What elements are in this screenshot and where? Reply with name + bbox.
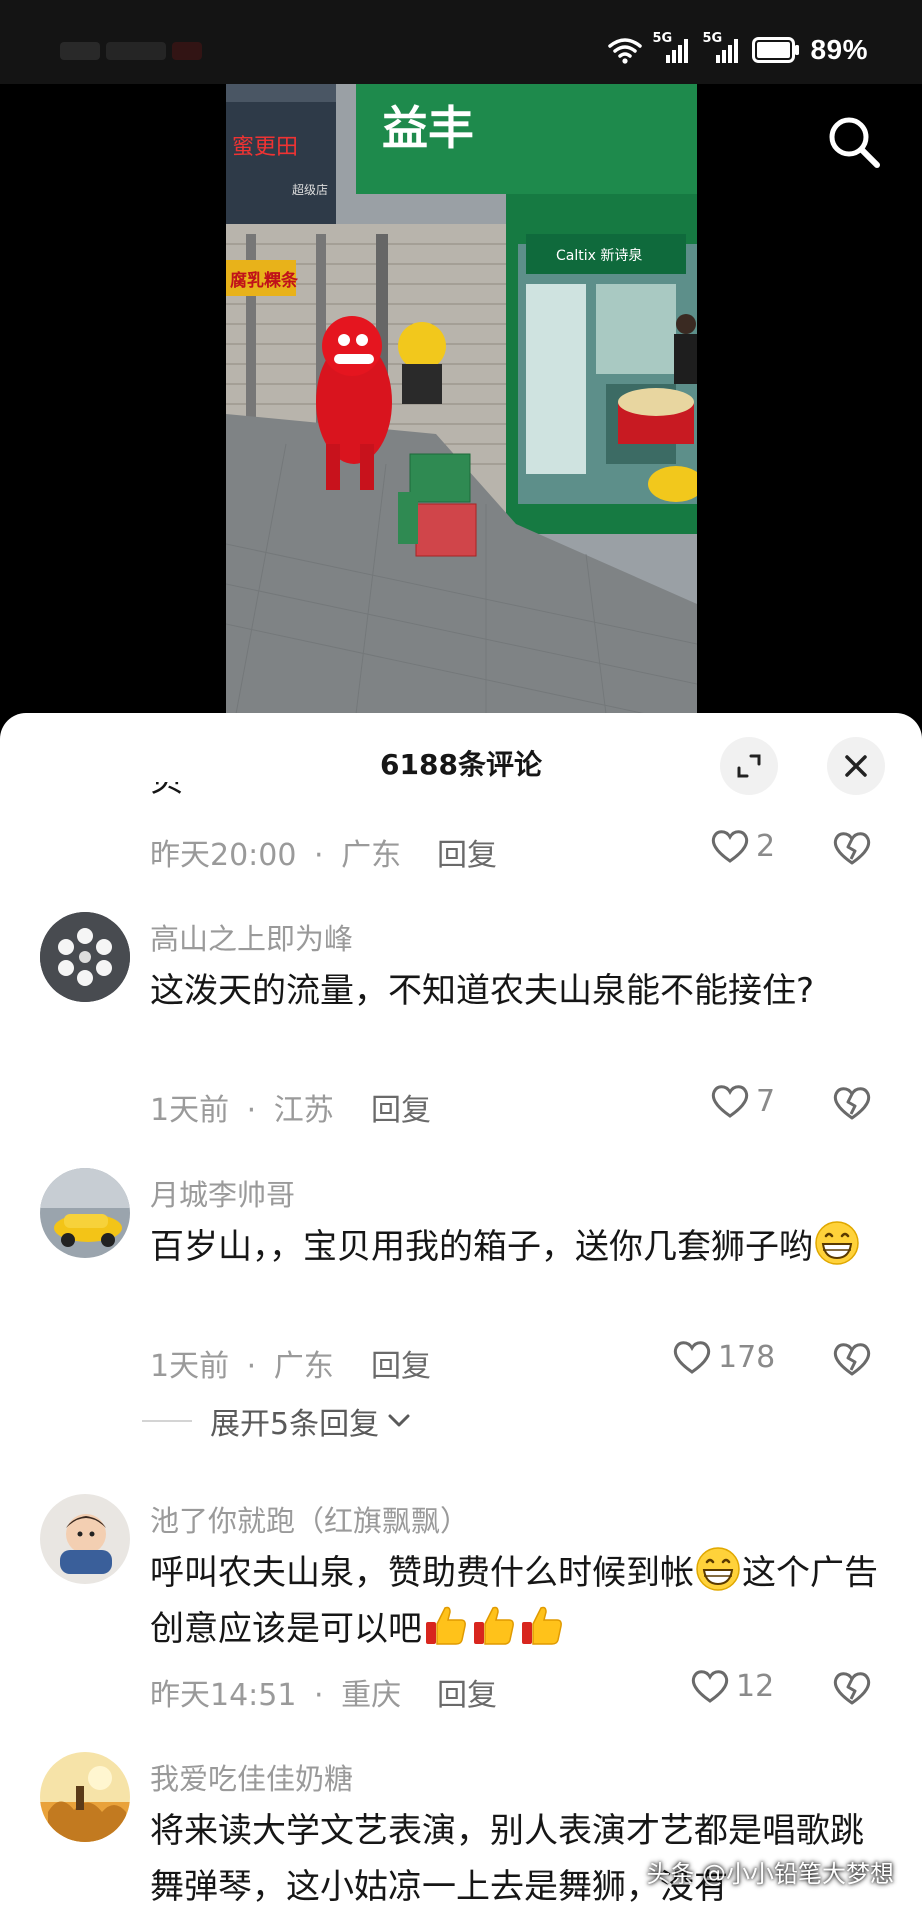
watermark: 头条 @小小铅笔大梦想 [646, 1860, 894, 1888]
search-button[interactable] [824, 112, 884, 172]
battery-icon [752, 37, 800, 63]
thumbs-up-emoji-icon [426, 1606, 466, 1645]
heart-icon [691, 1670, 729, 1703]
signal-icon: 5G [652, 31, 692, 65]
comment-text: 百岁山，，宝贝用我的箱子，送你几套狮子哟 [150, 1219, 880, 1275]
reply-button[interactable]: 回复 [371, 1085, 431, 1129]
search-icon [829, 117, 880, 168]
comment-meta: 1天前 · 广东 [150, 1349, 334, 1384]
video-scene-illustration: 蜜更田 超级店 腐乳粿条 益丰 Caltix 新诗泉 [226, 84, 697, 714]
comment-meta: 昨天20:00 · 广东 [150, 838, 402, 873]
avatar[interactable] [40, 912, 130, 1002]
comment-content-clipped: 贝 [150, 782, 350, 806]
comment-text: 呼叫农夫山泉，赞助费什么时候到帐 这个广告创意应该是可以吧 [150, 1545, 880, 1657]
comments-sheet: 6188条评论 [0, 713, 922, 1907]
reply-button[interactable]: 回复 [437, 830, 497, 874]
broken-heart-icon [833, 1343, 871, 1376]
svg-text:Caltix 新诗泉: Caltix 新诗泉 [556, 247, 642, 264]
wifi-icon [608, 38, 643, 64]
broken-heart-icon [833, 832, 871, 865]
heart-icon [711, 1085, 749, 1118]
avatar[interactable] [40, 1168, 130, 1258]
comment-username[interactable]: 我爱吃佳佳奶糖 [150, 1756, 353, 1798]
reply-button[interactable]: 回复 [437, 1670, 497, 1714]
comment-username[interactable]: 池了你就跑（红旗飘飘） [150, 1498, 469, 1540]
comment-meta: 昨天14:51 · 重庆 [150, 1678, 402, 1713]
avatar[interactable] [40, 1494, 130, 1584]
avatar[interactable] [40, 1752, 130, 1842]
divider-line [142, 1420, 192, 1422]
signal-icon: 5G [702, 31, 742, 65]
expand-icon [737, 754, 761, 778]
like-button[interactable]: 2 [710, 828, 775, 864]
svg-text:超级店: 超级店 [292, 182, 328, 197]
expand-replies-label: 展开5条回复 [210, 1407, 380, 1442]
expand-comments-button[interactable] [720, 737, 778, 795]
reply-button[interactable]: 回复 [371, 1341, 431, 1385]
status-icons: 5G 5G 89% [608, 30, 868, 70]
dislike-button[interactable] [832, 830, 872, 870]
heart-icon [673, 1341, 711, 1374]
battery-percentage: 89% [810, 34, 868, 65]
expand-replies-button[interactable]: 展开5条回复 [142, 1399, 413, 1443]
close-comments-button[interactable] [827, 737, 885, 795]
heart-icon [711, 830, 749, 863]
svg-text:腐乳粿条: 腐乳粿条 [230, 270, 299, 291]
video-frame[interactable]: 蜜更田 超级店 腐乳粿条 益丰 Caltix 新诗泉 [226, 84, 697, 714]
comments-count-title: 6188条评论 [380, 748, 542, 781]
chevron-down-icon [388, 1414, 410, 1427]
svg-text:益丰: 益丰 [382, 101, 474, 155]
close-icon [845, 755, 867, 777]
grin-emoji-icon [815, 1221, 859, 1265]
like-button[interactable]: 178 [672, 1339, 775, 1375]
dislike-button[interactable] [832, 1085, 872, 1125]
like-button[interactable]: 7 [710, 1083, 775, 1119]
comment-text: 这泼天的流量，不知道农夫山泉能不能接住? [150, 971, 815, 1011]
comment-username[interactable]: 高山之上即为峰 [150, 916, 353, 958]
comment-meta: 1天前 · 江苏 [150, 1093, 334, 1128]
svg-text:蜜更田: 蜜更田 [232, 135, 298, 160]
broken-heart-icon [833, 1087, 871, 1120]
grin-emoji-icon [696, 1547, 740, 1591]
broken-heart-icon [833, 1672, 871, 1705]
thumbs-up-emoji-icon [474, 1606, 514, 1645]
status-bar-left-area [60, 36, 210, 64]
status-bar: 5G 5G 89% [0, 0, 922, 84]
comment-username[interactable]: 月城李帅哥 [150, 1172, 295, 1214]
thumbs-up-emoji-icon [522, 1606, 562, 1645]
like-button[interactable]: 12 [690, 1668, 774, 1704]
dislike-button[interactable] [832, 1670, 872, 1710]
dislike-button[interactable] [832, 1341, 872, 1381]
video-area[interactable]: 蜜更田 超级店 腐乳粿条 益丰 Caltix 新诗泉 [0, 84, 922, 714]
